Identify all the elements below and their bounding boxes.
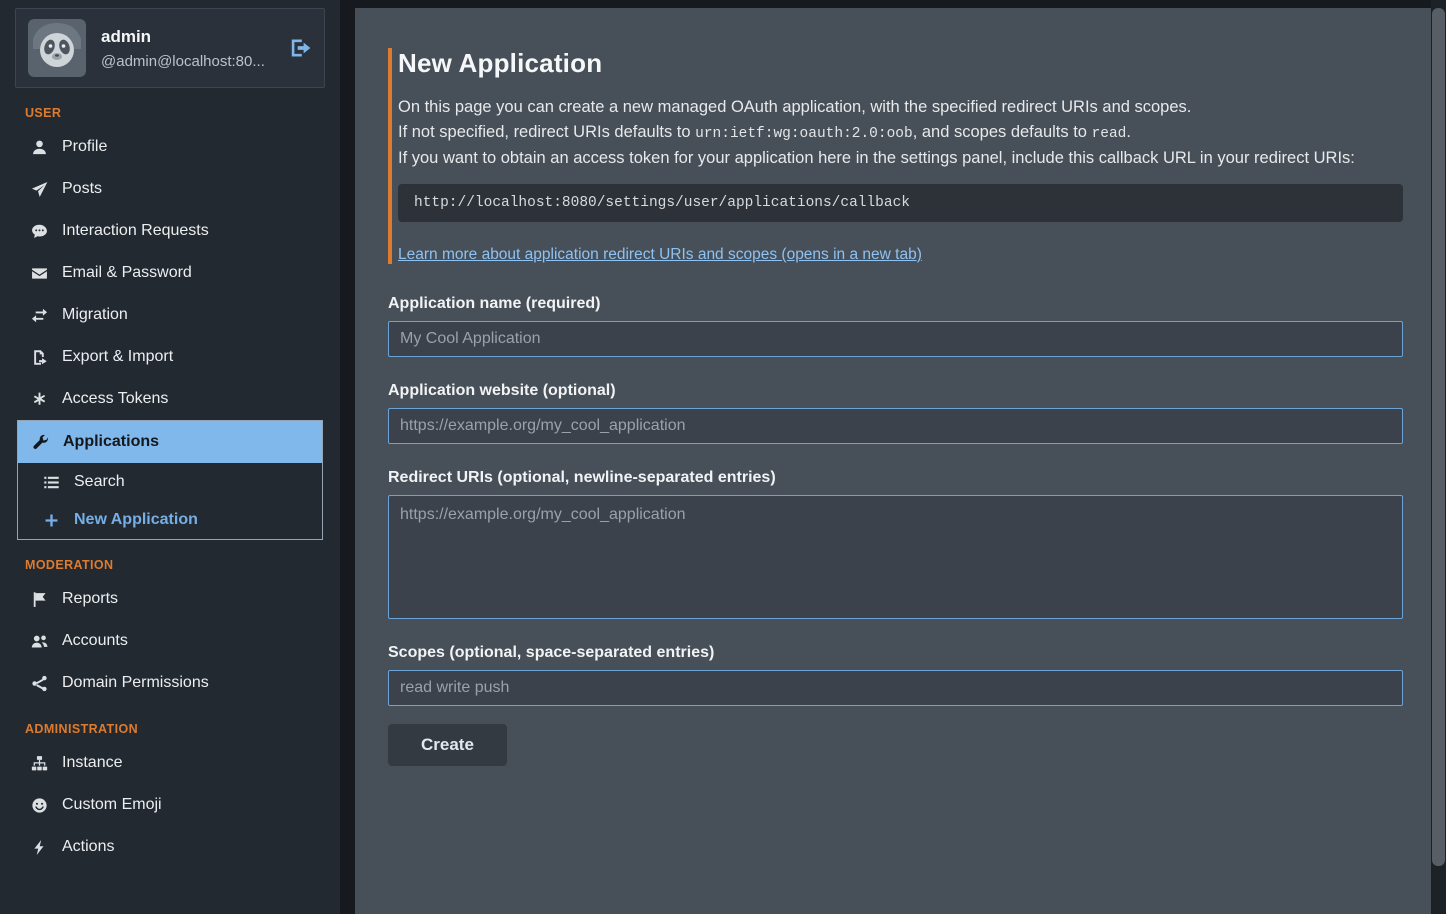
sidebar-item-custom-emoji[interactable]: Custom Emoji <box>0 784 340 826</box>
learn-more-link[interactable]: Learn more about application redirect UR… <box>398 246 922 263</box>
paper-plane-icon <box>30 181 49 198</box>
sidebar-item-accounts[interactable]: Accounts <box>0 620 340 662</box>
sidebar-item-instance[interactable]: Instance <box>0 742 340 784</box>
user-name: admin <box>101 27 265 47</box>
sidebar-item-access-tokens[interactable]: Access Tokens <box>0 378 340 420</box>
section-header-administration: ADMINISTRATION <box>25 722 340 736</box>
sidebar-subitem-search[interactable]: Search <box>18 463 322 501</box>
sidebar-section-administration: ADMINISTRATION Instance Custom Emoji Act… <box>0 722 340 868</box>
application-website-input[interactable] <box>388 408 1403 444</box>
sidebar-item-migration[interactable]: Migration <box>0 294 340 336</box>
flag-icon <box>30 591 49 608</box>
redirect-uris-textarea[interactable] <box>388 495 1403 619</box>
vertical-scrollbar[interactable] <box>1431 0 1446 914</box>
plus-icon <box>42 512 61 529</box>
sidebar-item-label: Custom Emoji <box>62 796 162 814</box>
sidebar-item-label: Accounts <box>62 632 128 650</box>
applications-group: Applications Search New Application <box>17 420 323 540</box>
sidebar-item-label: Email & Password <box>62 264 192 282</box>
main-wrap: New Application On this page you can cre… <box>340 0 1446 914</box>
sidebar: admin @admin@localhost:80... USER Profil… <box>0 0 340 914</box>
new-application-form: Application name (required) Application … <box>388 295 1403 766</box>
sidebar-item-label: Instance <box>62 754 122 772</box>
bolt-icon <box>30 839 49 856</box>
share-nodes-icon <box>30 675 49 692</box>
user-handle: @admin@localhost:80... <box>101 53 265 70</box>
intro-line2: If not specified, redirect URIs defaults… <box>398 120 1403 147</box>
sidebar-item-label: Domain Permissions <box>62 674 209 692</box>
sidebar-item-domain-permissions[interactable]: Domain Permissions <box>0 662 340 704</box>
tools-icon <box>31 434 50 451</box>
scrollbar-thumb[interactable] <box>1432 8 1445 866</box>
intro-line3: If you want to obtain an access token fo… <box>398 146 1403 171</box>
sidebar-item-label: Actions <box>62 838 114 856</box>
users-icon <box>30 633 49 650</box>
envelope-icon <box>30 265 49 282</box>
application-website-label: Application website (optional) <box>388 382 1403 400</box>
comment-icon <box>30 223 49 240</box>
sitemap-icon <box>30 755 49 772</box>
sidebar-subitem-new-application[interactable]: New Application <box>18 501 322 539</box>
smiley-icon <box>30 797 49 814</box>
application-name-input[interactable] <box>388 321 1403 357</box>
redirect-uris-label: Redirect URIs (optional, newline-separat… <box>388 469 1403 487</box>
user-icon <box>30 139 49 156</box>
sidebar-item-label: Profile <box>62 138 107 156</box>
sidebar-item-actions[interactable]: Actions <box>0 826 340 868</box>
sidebar-item-label: Applications <box>63 433 159 451</box>
sidebar-subitem-label: Search <box>74 473 125 491</box>
sidebar-item-label: Export & Import <box>62 348 173 366</box>
sidebar-item-interaction-requests[interactable]: Interaction Requests <box>0 210 340 252</box>
sidebar-item-label: Posts <box>62 180 102 198</box>
scopes-label: Scopes (optional, space-separated entrie… <box>388 644 1403 662</box>
intro-line2-suffix: . <box>1126 123 1131 141</box>
token-icon <box>30 391 49 408</box>
sidebar-item-email-password[interactable]: Email & Password <box>0 252 340 294</box>
sidebar-section-user: USER Profile Posts Interaction Requests … <box>0 106 340 540</box>
sidebar-item-label: Interaction Requests <box>62 222 209 240</box>
sidebar-item-label: Migration <box>62 306 128 324</box>
page-title: New Application <box>398 48 1403 79</box>
file-export-icon <box>30 349 49 366</box>
intro-section: New Application On this page you can cre… <box>388 48 1403 264</box>
main-panel: New Application On this page you can cre… <box>355 8 1431 914</box>
section-header-moderation: MODERATION <box>25 558 340 572</box>
avatar <box>28 19 86 77</box>
user-info: admin @admin@localhost:80... <box>101 27 265 70</box>
settings-page: admin @admin@localhost:80... USER Profil… <box>0 0 1446 914</box>
logout-icon[interactable] <box>290 37 312 59</box>
inline-code-oob: urn:ietf:wg:oauth:2.0:oob <box>695 126 913 142</box>
sidebar-item-profile[interactable]: Profile <box>0 126 340 168</box>
scopes-input[interactable] <box>388 670 1403 706</box>
sidebar-item-reports[interactable]: Reports <box>0 578 340 620</box>
callback-url-code: http://localhost:8080/settings/user/appl… <box>398 184 1403 222</box>
sidebar-subitem-label: New Application <box>74 511 198 529</box>
list-icon <box>42 474 61 491</box>
sidebar-item-applications[interactable]: Applications <box>18 421 322 463</box>
sidebar-item-posts[interactable]: Posts <box>0 168 340 210</box>
create-button[interactable]: Create <box>388 724 507 766</box>
applications-submenu: Search New Application <box>18 463 322 539</box>
intro-line2-mid: , and scopes defaults to <box>913 123 1092 141</box>
section-header-user: USER <box>25 106 340 120</box>
sidebar-item-label: Access Tokens <box>62 390 168 408</box>
transfer-arrows-icon <box>30 307 49 324</box>
intro-line1: On this page you can create a new manage… <box>398 95 1403 120</box>
application-name-label: Application name (required) <box>388 295 1403 313</box>
sidebar-item-label: Reports <box>62 590 118 608</box>
user-card[interactable]: admin @admin@localhost:80... <box>15 8 325 88</box>
intro-line2-prefix: If not specified, redirect URIs defaults… <box>398 123 695 141</box>
sidebar-item-export-import[interactable]: Export & Import <box>0 336 340 378</box>
sidebar-section-moderation: MODERATION Reports Accounts Domain Permi… <box>0 558 340 704</box>
inline-code-read: read <box>1092 126 1127 142</box>
